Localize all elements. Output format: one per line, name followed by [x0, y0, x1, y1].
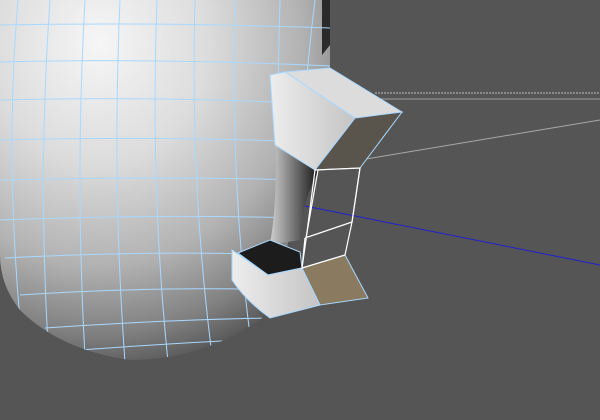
ground-grid — [359, 92, 600, 161]
3d-viewport[interactable] — [0, 0, 600, 420]
viewport-canvas[interactable] — [0, 0, 600, 420]
axis-line-x — [274, 199, 600, 266]
